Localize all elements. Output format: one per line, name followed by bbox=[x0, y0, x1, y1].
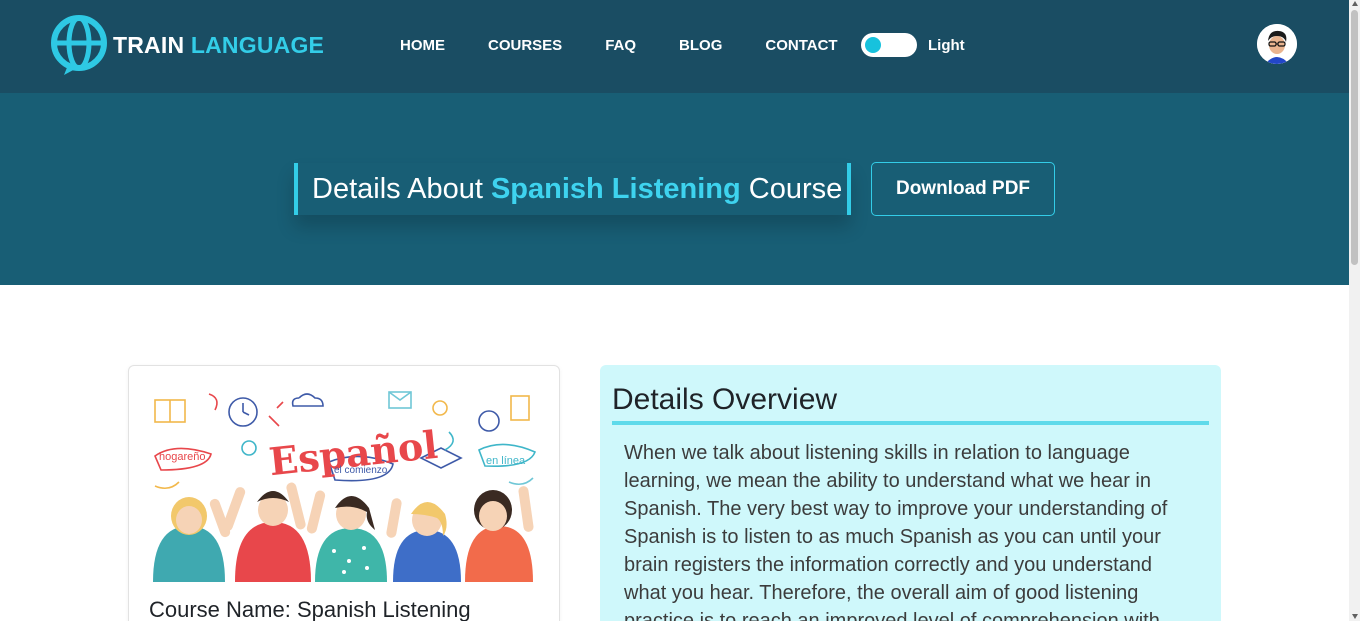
theme-label: Light bbox=[928, 37, 965, 54]
brand-name: TRAIN LANGUAGE bbox=[113, 32, 324, 59]
title-suffix: Course bbox=[748, 172, 843, 205]
theme-toggle-knob bbox=[865, 37, 881, 53]
scroll-down-arrow-icon[interactable] bbox=[1352, 614, 1358, 619]
avatar-illustration bbox=[1257, 24, 1297, 64]
title-prefix: Details About bbox=[312, 172, 483, 205]
theme-toggle[interactable] bbox=[861, 33, 917, 57]
nav-blog[interactable]: BLOG bbox=[679, 37, 722, 54]
nav-home[interactable]: HOME bbox=[400, 37, 445, 54]
download-pdf-button[interactable]: Download PDF bbox=[871, 162, 1055, 216]
page-title: Details About Spanish Listening Course bbox=[312, 173, 842, 206]
course-card: Español hogareño el comienzo en línea Co… bbox=[128, 365, 560, 621]
scroll-up-arrow-icon[interactable] bbox=[1352, 1, 1358, 6]
top-navbar: TRAIN LANGUAGE HOME COURSES FAQ BLOG CON… bbox=[0, 0, 1349, 93]
course-image: Español hogareño el comienzo en línea bbox=[149, 386, 541, 582]
brand-logo[interactable]: TRAIN LANGUAGE bbox=[50, 13, 324, 77]
brand-word-1: TRAIN bbox=[113, 31, 185, 58]
details-body: When we talk about listening skills in r… bbox=[624, 442, 1168, 621]
course-name: Course Name: Spanish Listening bbox=[149, 597, 471, 621]
globe-logo-icon bbox=[51, 15, 107, 75]
nav-contact[interactable]: CONTACT bbox=[765, 37, 837, 54]
image-tag-hogareno: hogareño bbox=[159, 451, 206, 463]
hero-banner: Details About Spanish Listening Course D… bbox=[0, 93, 1349, 285]
brand-word-2: LANGUAGE bbox=[190, 31, 325, 58]
user-avatar[interactable] bbox=[1257, 24, 1297, 64]
main-nav: HOME COURSES FAQ BLOG CONTACT bbox=[400, 37, 881, 54]
hero-title-box: Details About Spanish Listening Course bbox=[294, 163, 851, 215]
scrollbar-thumb[interactable] bbox=[1351, 10, 1358, 265]
nav-courses[interactable]: COURSES bbox=[488, 37, 562, 54]
title-highlight: Spanish Listening bbox=[490, 172, 741, 205]
image-tag-enlinea: en línea bbox=[486, 455, 526, 467]
nav-faq[interactable]: FAQ bbox=[605, 37, 636, 54]
details-overview-panel: Details Overview When we talk about list… bbox=[600, 365, 1221, 621]
image-tag-comienzo: el comienzo bbox=[334, 465, 388, 476]
page-scrollbar[interactable] bbox=[1349, 0, 1360, 621]
details-heading: Details Overview bbox=[612, 383, 1209, 425]
